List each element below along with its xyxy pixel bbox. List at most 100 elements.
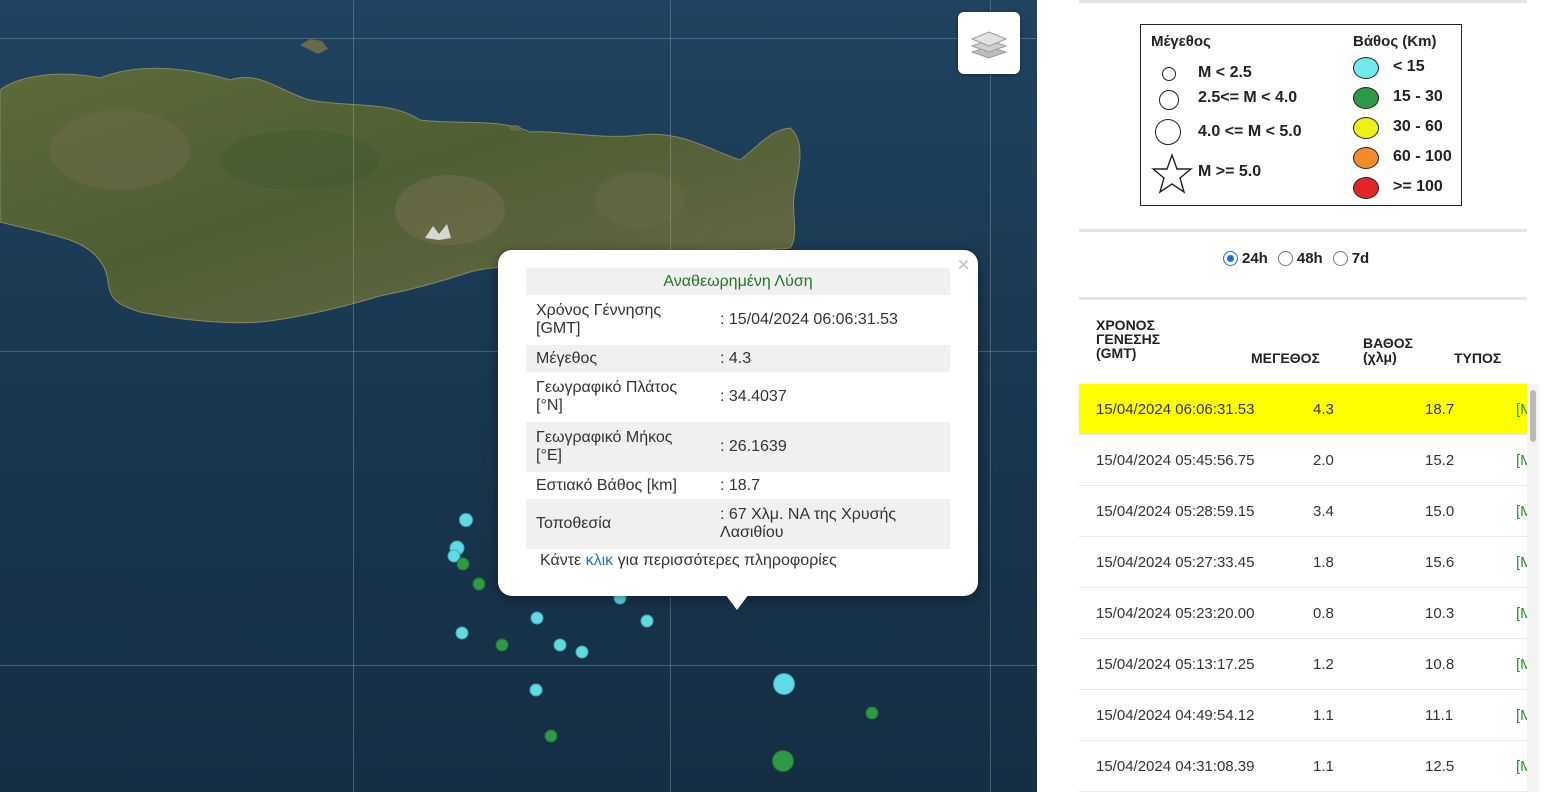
earthquake-popup: × Αναθεωρημένη Λύση Χρόνος Γέννησης [GMT… xyxy=(498,250,978,596)
earthquake-marker[interactable] xyxy=(472,577,486,591)
cell-type: [M xyxy=(1516,452,1527,469)
legend-magnitude-label: M < 2.5 xyxy=(1198,64,1252,81)
graticule-line xyxy=(353,0,354,792)
column-header-time[interactable]: ΧΡΟΝΟΣ ΓΕΝΕΣΗΣ (GMT) xyxy=(1096,318,1186,360)
popup-value: : 4.3 xyxy=(710,345,950,372)
earthquake-marker[interactable] xyxy=(865,706,879,720)
legend-depth-label: >= 100 xyxy=(1393,178,1443,195)
cell-time: 15/04/2024 04:49:54.12 xyxy=(1096,707,1255,724)
popup-value: : 26.1639 xyxy=(710,422,950,472)
depth-color-swatch xyxy=(1353,177,1379,199)
earthquake-marker[interactable] xyxy=(772,750,794,772)
cell-depth: 15.6 xyxy=(1425,554,1455,571)
cell-time: 15/04/2024 05:13:17.25 xyxy=(1096,656,1255,673)
cell-type: [M xyxy=(1516,605,1527,622)
cell-depth: 10.8 xyxy=(1425,656,1455,673)
cell-magnitude: 2.0 xyxy=(1313,452,1334,469)
cell-depth: 18.7 xyxy=(1425,401,1455,418)
graticule-line xyxy=(990,0,991,792)
earthquake-marker[interactable] xyxy=(773,673,795,695)
table-row[interactable]: 15/04/2024 05:13:17.25 1.2 10.8 [M xyxy=(1079,639,1527,690)
popup-pointer xyxy=(725,594,749,610)
large-circle-icon xyxy=(1155,119,1181,145)
cell-depth: 11.1 xyxy=(1425,707,1454,724)
cell-depth: 15.2 xyxy=(1425,452,1455,469)
cell-magnitude: 1.2 xyxy=(1313,656,1334,673)
radio-label[interactable]: 24h xyxy=(1242,250,1268,267)
earthquake-marker[interactable] xyxy=(455,626,469,640)
time-filter: 24h 48h 7d xyxy=(1223,250,1375,267)
more-info-link[interactable]: κλικ xyxy=(586,552,614,569)
depth-color-swatch xyxy=(1353,117,1379,139)
cell-magnitude: 1.1 xyxy=(1313,758,1334,775)
medium-circle-icon xyxy=(1159,90,1179,110)
divider xyxy=(1079,0,1527,3)
earthquake-marker[interactable] xyxy=(575,645,589,659)
layers-button[interactable] xyxy=(958,12,1020,74)
earthquake-marker[interactable] xyxy=(459,513,473,527)
legend-magnitude-label: 4.0 <= M < 5.0 xyxy=(1198,123,1302,140)
divider xyxy=(1079,297,1527,300)
popup-footer: Κάντε κλικ για περισσότερες πληροφορίες xyxy=(540,552,837,570)
earthquake-marker[interactable] xyxy=(495,638,509,652)
table-row[interactable]: 15/04/2024 06:06:31.53 4.3 18.7 [M xyxy=(1079,384,1527,435)
cell-time: 15/04/2024 05:27:33.45 xyxy=(1096,554,1255,571)
cell-time: 15/04/2024 04:31:08.39 xyxy=(1096,758,1255,775)
earthquake-marker[interactable] xyxy=(553,638,567,652)
map-view[interactable]: × Αναθεωρημένη Λύση Χρόνος Γέννησης [GMT… xyxy=(0,0,1037,792)
column-header-type[interactable]: ΤΥΠΟΣ xyxy=(1454,351,1501,365)
legend-magnitude-heading: Μέγεθος xyxy=(1151,33,1211,50)
depth-color-swatch xyxy=(1353,87,1379,109)
cell-time: 15/04/2024 05:45:56.75 xyxy=(1096,452,1255,469)
column-header-magnitude[interactable]: ΜΕΓΕΘΟΣ xyxy=(1251,351,1320,365)
cell-type: [M xyxy=(1516,758,1527,775)
popup-label: Τοποθεσία xyxy=(526,499,710,549)
popup-value: : 67 Χλμ. ΝΑ της Χρυσής Λασιθίου xyxy=(710,499,950,549)
legend-depth-label: 15 - 30 xyxy=(1393,88,1443,105)
earthquake-marker[interactable] xyxy=(530,611,544,625)
radio-label[interactable]: 7d xyxy=(1352,250,1370,267)
radio-48h[interactable] xyxy=(1277,251,1293,266)
popup-label: Γεωγραφικό Πλάτος [°N] xyxy=(536,379,678,414)
radio-label[interactable]: 48h xyxy=(1297,250,1323,267)
table-row[interactable]: 15/04/2024 05:27:33.45 1.8 15.6 [M xyxy=(1079,537,1527,588)
legend-depth-heading: Βάθος (Km) xyxy=(1353,33,1437,50)
divider xyxy=(1079,229,1527,232)
earthquake-marker[interactable] xyxy=(544,729,558,743)
table-row[interactable]: 15/04/2024 04:31:08.39 1.1 12.5 [M xyxy=(1079,741,1527,792)
popup-label: Γεωγραφικό Μήκος [°E] xyxy=(526,422,710,472)
popup-label: Εστιακό Βάθος [km] xyxy=(536,476,677,494)
column-header-depth[interactable]: ΒΑΘΟΣ (χλμ) xyxy=(1363,336,1423,364)
table-row[interactable]: 15/04/2024 05:45:56.75 2.0 15.2 [M xyxy=(1079,435,1527,486)
popup-value: : 18.7 xyxy=(720,476,761,494)
table-row[interactable]: 15/04/2024 05:28:59.15 3.4 15.0 [M xyxy=(1079,486,1527,537)
layers-icon xyxy=(970,31,1008,59)
popup-value: : 34.4037 xyxy=(720,388,787,405)
close-icon[interactable]: × xyxy=(957,254,970,276)
graticule-line xyxy=(0,665,1037,666)
cell-type: [M xyxy=(1516,554,1527,571)
scrollbar-thumb[interactable] xyxy=(1530,390,1536,442)
popup-title: Αναθεωρημένη Λύση xyxy=(526,268,950,295)
depth-color-swatch xyxy=(1353,57,1379,79)
cell-type: [M xyxy=(1516,656,1527,673)
earthquake-table[interactable]: 15/04/2024 06:06:31.53 4.3 18.7 [M 15/04/202… xyxy=(1079,384,1527,792)
earthquake-marker[interactable] xyxy=(456,557,470,571)
cell-type: [M xyxy=(1516,401,1527,418)
radio-24h[interactable] xyxy=(1223,251,1238,266)
legend-magnitude-label: M >= 5.0 xyxy=(1198,163,1262,180)
popup-label: Μέγεθος xyxy=(526,345,710,372)
table-row[interactable]: 15/04/2024 05:23:20.00 0.8 10.3 [M xyxy=(1079,588,1527,639)
popup-details-table: Αναθεωρημένη Λύση Χρόνος Γέννησης [GMT] … xyxy=(526,268,950,549)
footer-text: Κάντε xyxy=(540,552,586,569)
legend-magnitude-label: 2.5<= M < 4.0 xyxy=(1198,89,1298,106)
scrollbar[interactable] xyxy=(1527,384,1539,792)
earthquake-marker[interactable] xyxy=(529,683,543,697)
radio-7d[interactable] xyxy=(1332,251,1348,266)
popup-label: Χρόνος Γέννησης [GMT] xyxy=(536,302,662,337)
table-row[interactable]: 15/04/2024 04:49:54.12 1.1 11.1 [M xyxy=(1079,690,1527,741)
earthquake-marker[interactable] xyxy=(640,614,654,628)
cell-magnitude: 1.8 xyxy=(1313,554,1334,571)
legend-depth-label: 60 - 100 xyxy=(1393,148,1452,165)
graticule-line xyxy=(0,38,1037,39)
